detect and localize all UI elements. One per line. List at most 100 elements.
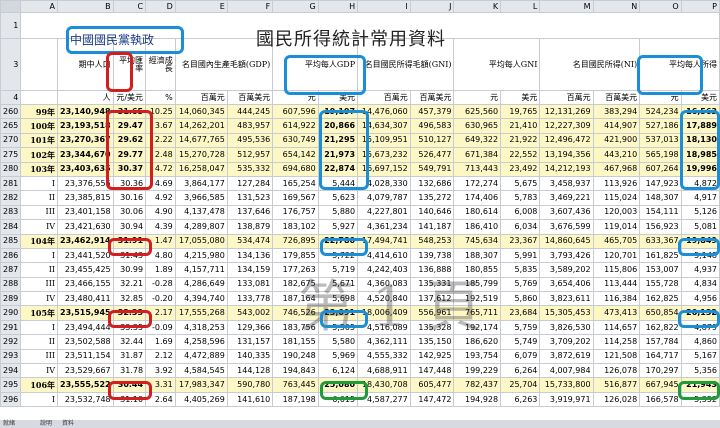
- data-cell[interactable]: 23,140,948: [57, 103, 114, 120]
- data-cell[interactable]: 5,991: [500, 247, 541, 264]
- data-cell[interactable]: 4,157,711: [174, 262, 228, 278]
- data-cell[interactable]: 6,034: [500, 219, 541, 235]
- data-cell[interactable]: 16,258,047: [174, 161, 228, 177]
- data-cell[interactable]: 22,780: [317, 233, 359, 249]
- period-label[interactable]: 104年: [20, 233, 59, 249]
- data-cell[interactable]: 3,826,530: [539, 319, 594, 336]
- data-cell[interactable]: 23,441,520: [57, 247, 114, 264]
- data-cell[interactable]: 534,474: [226, 233, 274, 249]
- data-cell[interactable]: 650,854: [639, 305, 682, 321]
- data-cell[interactable]: 667,945: [639, 377, 682, 393]
- unit-cell[interactable]: 百萬美元: [592, 90, 641, 105]
- period-label[interactable]: III: [20, 348, 59, 365]
- data-cell[interactable]: 4,834: [680, 276, 720, 293]
- row-header[interactable]: 1: [0, 12, 22, 39]
- data-cell[interactable]: 3,966,585: [174, 190, 228, 206]
- data-cell[interactable]: 19,197: [317, 103, 359, 120]
- data-cell[interactable]: 565,198: [639, 147, 682, 163]
- data-cell[interactable]: 3,676,599: [539, 219, 594, 235]
- period-label[interactable]: IV: [20, 291, 59, 307]
- header-ni[interactable]: 名目國民所得(NI): [539, 38, 641, 91]
- data-cell[interactable]: -0.28: [145, 276, 176, 293]
- data-cell[interactable]: 4,587,277: [357, 391, 411, 408]
- data-cell[interactable]: 526,477: [409, 147, 455, 163]
- data-cell[interactable]: 4,361,234: [357, 219, 411, 235]
- data-cell[interactable]: 4,242,403: [357, 262, 411, 278]
- period-label[interactable]: II: [20, 262, 59, 278]
- data-cell[interactable]: 4,472,889: [174, 348, 228, 365]
- period-label[interactable]: 103年: [20, 161, 59, 177]
- data-cell[interactable]: 14,060,345: [174, 103, 228, 120]
- data-cell[interactable]: 194,843: [272, 363, 319, 379]
- data-cell[interactable]: 29.62: [112, 132, 147, 149]
- data-cell[interactable]: 23,555,522: [57, 377, 114, 393]
- data-cell[interactable]: 25,080: [317, 377, 359, 393]
- data-cell[interactable]: 3,823,611: [539, 291, 594, 307]
- data-cell[interactable]: 12,227,309: [539, 118, 594, 134]
- column-header[interactable]: B: [57, 0, 114, 13]
- data-cell[interactable]: 23,455,425: [57, 262, 114, 278]
- data-cell[interactable]: 625,560: [453, 103, 502, 120]
- data-cell[interactable]: 5,719: [317, 262, 359, 278]
- data-cell[interactable]: 131,523: [226, 190, 274, 206]
- data-cell[interactable]: 763,445: [272, 377, 319, 393]
- data-cell[interactable]: 3,607,436: [539, 204, 594, 221]
- data-cell[interactable]: 5,126: [680, 204, 720, 221]
- data-cell[interactable]: 113,926: [592, 175, 641, 192]
- period-label[interactable]: II: [20, 334, 59, 350]
- period-label[interactable]: 105年: [20, 305, 59, 321]
- data-cell[interactable]: 169,567: [272, 190, 319, 206]
- header-gni-per-capita[interactable]: 平均每人GNI: [453, 38, 541, 91]
- data-cell[interactable]: 3,864,177: [174, 175, 228, 192]
- data-cell[interactable]: 3,919,971: [539, 391, 594, 408]
- data-cell[interactable]: 2.17: [145, 305, 176, 321]
- sheet-tab-1[interactable]: 說明: [40, 420, 52, 428]
- select-all-corner[interactable]: [0, 0, 22, 13]
- data-cell[interactable]: 132,686: [409, 175, 455, 192]
- data-cell[interactable]: 31.91: [112, 233, 147, 249]
- period-label[interactable]: IV: [20, 219, 59, 235]
- row-header[interactable]: 286: [0, 247, 22, 264]
- data-cell[interactable]: 23,367: [500, 233, 541, 249]
- data-cell[interactable]: 2.22: [145, 132, 176, 149]
- data-cell[interactable]: 166,578: [639, 391, 682, 408]
- data-cell[interactable]: 23,385,815: [57, 190, 114, 206]
- data-cell[interactable]: 1.69: [145, 334, 176, 350]
- data-cell[interactable]: 15,109,951: [357, 132, 411, 149]
- data-cell[interactable]: 537,013: [639, 132, 682, 149]
- data-cell[interactable]: 5,505: [317, 319, 359, 336]
- data-cell[interactable]: 5,167: [680, 348, 720, 365]
- row-header[interactable]: 289: [0, 291, 22, 307]
- data-cell[interactable]: 133,081: [226, 276, 274, 293]
- data-cell[interactable]: 134,136: [226, 247, 274, 264]
- column-header[interactable]: M: [539, 0, 594, 13]
- row-header[interactable]: 3: [0, 38, 22, 91]
- data-cell[interactable]: 113,444: [592, 276, 641, 293]
- data-cell[interactable]: 176,757: [272, 204, 319, 221]
- period-label[interactable]: I: [20, 175, 59, 192]
- data-cell[interactable]: 5,769: [500, 276, 541, 293]
- data-cell[interactable]: 116,384: [592, 291, 641, 307]
- data-cell[interactable]: 30.44: [112, 377, 147, 393]
- data-cell[interactable]: 22,874: [317, 161, 359, 177]
- data-cell[interactable]: 138,879: [226, 219, 274, 235]
- data-cell[interactable]: 156,923: [639, 219, 682, 235]
- data-cell[interactable]: 21,295: [317, 132, 359, 149]
- data-cell[interactable]: 4,879: [680, 319, 720, 336]
- data-cell[interactable]: 5,880: [317, 204, 359, 221]
- data-cell[interactable]: 23,376,556: [57, 175, 114, 192]
- period-label[interactable]: III: [20, 276, 59, 293]
- data-cell[interactable]: 135,331: [409, 276, 455, 293]
- data-cell[interactable]: 3.67: [145, 118, 176, 134]
- column-header[interactable]: J: [409, 0, 455, 13]
- data-cell[interactable]: 654,142: [272, 147, 319, 163]
- data-cell[interactable]: 5,749: [500, 334, 541, 350]
- unit-cell[interactable]: 百萬元: [357, 90, 411, 105]
- data-cell[interactable]: 136,888: [409, 262, 455, 278]
- data-cell[interactable]: 495,536: [226, 132, 274, 149]
- column-header[interactable]: I: [357, 0, 411, 13]
- data-cell[interactable]: 614,922: [272, 118, 319, 134]
- data-cell[interactable]: 127,284: [226, 175, 274, 192]
- data-cell[interactable]: 23,401,158: [57, 204, 114, 221]
- row-header[interactable]: 288: [0, 276, 22, 293]
